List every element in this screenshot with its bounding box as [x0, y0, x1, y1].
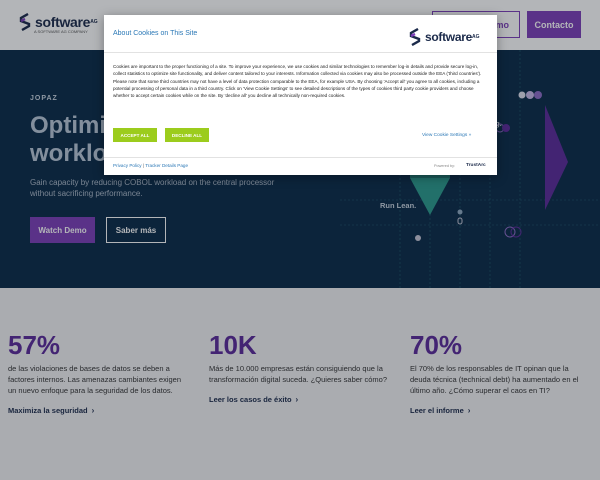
accept-all-button[interactable]: ACCEPT ALL [113, 128, 157, 142]
footer-links: Privacy Policy | Tracker Details Page [113, 163, 188, 168]
logo-superscript: AG [471, 34, 480, 40]
logo-wordmark: software [425, 30, 472, 44]
powered-by-label: Powered by: [434, 164, 456, 168]
privacy-policy-link[interactable]: Privacy Policy [113, 163, 142, 168]
tracker-details-link[interactable]: Tracker Details Page [145, 163, 188, 168]
cookie-consent-dialog: About Cookies on This Site software AG C… [104, 15, 497, 175]
cookie-dialog-header: About Cookies on This Site software AG [104, 15, 497, 53]
cookie-dialog-footer: Privacy Policy | Tracker Details Page Po… [104, 157, 497, 175]
cookie-dialog-title: About Cookies on This Site [113, 30, 198, 37]
decline-all-button[interactable]: DECLINE ALL [165, 128, 209, 142]
trustarc-logo[interactable]: TrustArc [466, 163, 486, 168]
software-ag-logo-icon [409, 28, 421, 46]
view-cookie-settings-link[interactable]: View Cookie Settings » [422, 133, 471, 138]
cookie-dialog-logo: software AG [408, 28, 479, 46]
link-separator: | [142, 163, 145, 168]
cookie-dialog-body: Cookies are important to the proper func… [113, 64, 482, 99]
